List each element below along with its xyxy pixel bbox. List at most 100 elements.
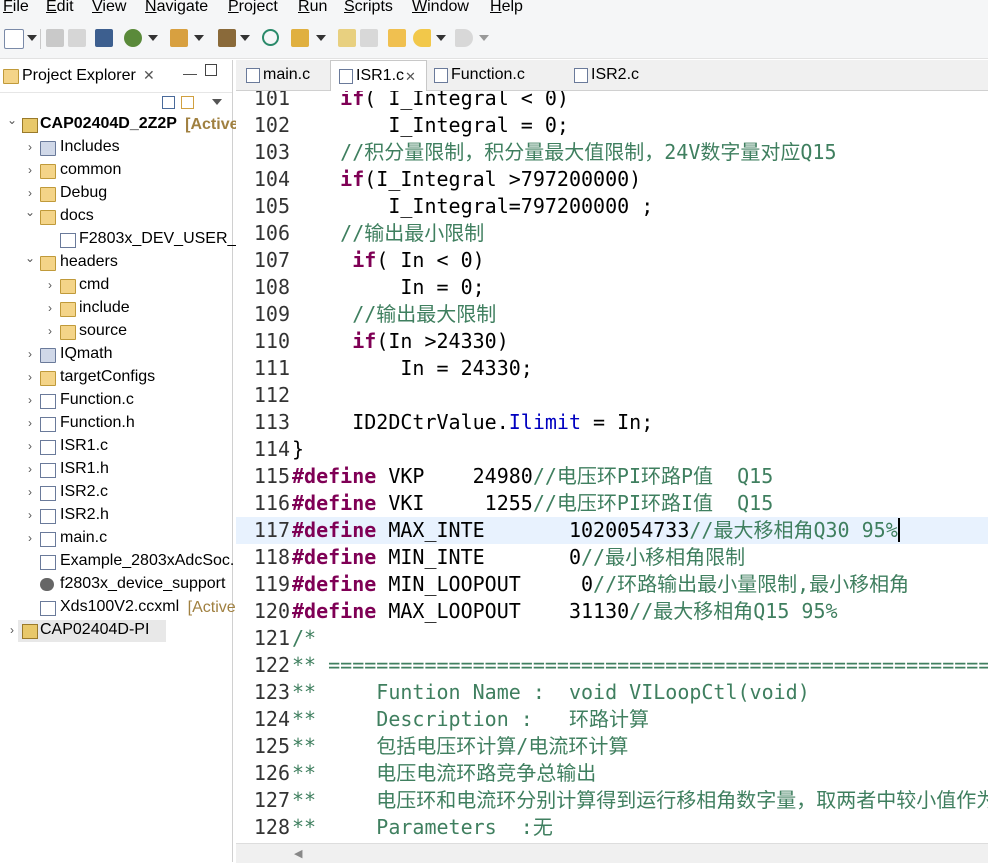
tree-item-headers[interactable]: ⌄ headers — [0, 251, 232, 274]
forward-dropdown-icon[interactable] — [479, 35, 489, 41]
minimize-icon[interactable]: — — [183, 65, 197, 81]
view-menu-icon[interactable] — [212, 99, 222, 105]
last-edit-icon[interactable] — [388, 29, 406, 47]
collapsed-arrow-icon[interactable]: › — [24, 439, 36, 453]
collapsed-arrow-icon[interactable]: › — [44, 301, 56, 315]
new-icon[interactable] — [4, 29, 24, 49]
maximize-icon[interactable] — [205, 64, 217, 76]
build-hammer-icon[interactable] — [218, 29, 236, 47]
menu-view[interactable]: View — [92, 0, 126, 16]
tree-item-function-c[interactable]: › Function.c — [0, 390, 232, 412]
collapsed-arrow-icon[interactable]: › — [44, 278, 56, 292]
collapse-all-icon[interactable] — [162, 96, 175, 109]
tree-item-xds100v2-ccxml[interactable]: Xds100V2.ccxml [Active — [0, 597, 236, 619]
debug-icon[interactable] — [124, 29, 142, 47]
collapsed-arrow-icon[interactable]: › — [24, 485, 36, 499]
tree-item-isr1-c[interactable]: › ISR1.c — [0, 436, 232, 458]
code-line[interactable]: 116 #define VKI 1255//电压环PI环路I值 Q15 — [236, 490, 988, 517]
expanded-arrow-icon[interactable]: ⌄ — [6, 113, 18, 127]
code-line[interactable]: 111 In = 24330; — [236, 355, 988, 382]
collapsed-arrow-icon[interactable]: › — [24, 462, 36, 476]
code-line[interactable]: 107 if( In < 0) — [236, 247, 988, 274]
load-dropdown-icon[interactable] — [194, 35, 204, 41]
code-line[interactable]: 106 //输出最小限制 — [236, 220, 988, 247]
tree-item-debug[interactable]: › Debug — [0, 183, 232, 205]
tree-item-common[interactable]: › common — [0, 160, 232, 182]
code-line[interactable]: 119 #define MIN_LOOPOUT 0//环路输出最小量限制,最小移相… — [236, 571, 988, 598]
menu-project[interactable]: Project — [228, 0, 278, 16]
tab-function-c[interactable]: Function.c — [426, 60, 564, 90]
code-line[interactable]: 125 ** 包括电压环计算/电流环计算 — [236, 733, 988, 760]
code-line[interactable]: 120 #define MAX_LOOPOUT 31130//最大移相角Q15 9… — [236, 598, 988, 625]
menu-window[interactable]: Window — [412, 0, 469, 16]
tree-item-targetconfigs[interactable]: › targetConfigs — [0, 367, 232, 389]
menu-file[interactable]: File — [3, 0, 29, 16]
code-line[interactable]: 104 if(I_Integral >797200000) — [236, 166, 988, 193]
close-icon[interactable]: ✕ — [143, 67, 155, 84]
horizontal-scrollbar[interactable]: ◀ — [236, 843, 988, 863]
code-line[interactable]: 128 ** Parameters :无 — [236, 814, 988, 841]
code-line[interactable]: 118 #define MIN_INTE 0//最小移相角限制 — [236, 544, 988, 571]
menu-help[interactable]: Help — [490, 0, 523, 16]
collapsed-arrow-icon[interactable]: › — [24, 163, 36, 177]
flash-dropdown-icon[interactable] — [316, 35, 326, 41]
tree-item-f2803x-dev-user-g[interactable]: F2803x_DEV_USER_G — [0, 229, 249, 251]
link-editor-icon[interactable] — [181, 96, 194, 109]
code-line[interactable]: 108 In = 0; — [236, 274, 988, 301]
code-line[interactable]: 102 I_Integral = 0; — [236, 112, 988, 139]
tree-item-example-2803xadcsoc[interactable]: Example_2803xAdcSoc. — [0, 551, 234, 573]
tree-item-isr1-h[interactable]: › ISR1.h — [0, 459, 232, 481]
code-line[interactable]: 101 if( I_Integral < 0) — [236, 91, 988, 112]
code-line[interactable]: 115 #define VKP 24980//电压环PI环路P值 Q15 — [236, 463, 988, 490]
tree-item-cap02404d-pi[interactable]: › CAP02404D-PI — [10, 620, 166, 642]
expanded-arrow-icon[interactable]: ⌄ — [24, 205, 36, 219]
collapsed-arrow-icon[interactable]: › — [24, 370, 36, 384]
tab-isr2-c[interactable]: ISR2.c — [566, 60, 666, 90]
save-icon[interactable] — [46, 29, 64, 47]
code-line[interactable]: 126 ** 电压电流环路竞争总输出 — [236, 760, 988, 787]
tree-item-includes[interactable]: › Includes — [0, 137, 232, 159]
code-line[interactable]: 105 I_Integral=797200000 ; — [236, 193, 988, 220]
tree-item-docs[interactable]: ⌄ docs — [0, 205, 232, 228]
collapsed-arrow-icon[interactable]: › — [24, 393, 36, 407]
menu-run[interactable]: Run — [298, 0, 327, 16]
tree-item-cmd[interactable]: › cmd — [0, 275, 232, 297]
code-line[interactable]: 117 #define MAX_INTE 1020054733//最大移相角Q30… — [236, 517, 988, 544]
collapsed-arrow-icon[interactable]: › — [24, 186, 36, 200]
collapsed-arrow-icon[interactable]: › — [24, 347, 36, 361]
load-icon[interactable] — [170, 29, 188, 47]
code-editor[interactable]: 101 if( I_Integral < 0) 102 I_Integral = … — [236, 91, 988, 843]
menu-edit[interactable]: Edit — [46, 0, 74, 16]
collapsed-arrow-icon[interactable]: › — [6, 623, 18, 637]
menu-navigate[interactable]: Navigate — [145, 0, 208, 16]
tree-item-f2803x-device-support[interactable]: f2803x_device_support — [0, 574, 232, 596]
collapsed-arrow-icon[interactable]: › — [24, 140, 36, 154]
save-all-icon[interactable] — [68, 29, 86, 47]
code-line[interactable]: 127 ** 电压环和电流环分别计算得到运行移相角数字量，取两者中较小值作为主 — [236, 787, 988, 814]
expanded-arrow-icon[interactable]: ⌄ — [24, 251, 36, 265]
flash-icon[interactable] — [291, 29, 309, 47]
code-line[interactable]: 110 if(In >24330) — [236, 328, 988, 355]
tab-main-c[interactable]: main.c — [238, 60, 328, 90]
tree-item-isr2-c[interactable]: › ISR2.c — [0, 482, 232, 504]
terminal-icon[interactable] — [95, 29, 113, 47]
tab-isr1-c[interactable]: ISR1.c ✕ — [330, 60, 427, 91]
tree-item-function-h[interactable]: › Function.h — [0, 413, 232, 435]
tree-item-include[interactable]: › include — [0, 298, 232, 320]
tree-item-iqmath[interactable]: › IQmath — [0, 344, 232, 366]
forward-arrow-icon[interactable] — [455, 29, 473, 47]
code-line[interactable]: 121/* — [236, 625, 988, 652]
code-line[interactable]: 103 //积分量限制，积分量最大值限制，24V数字量对应Q15 — [236, 139, 988, 166]
tree-item-main-c[interactable]: › main.c — [0, 528, 232, 550]
close-tab-icon[interactable]: ✕ — [405, 69, 416, 85]
new-dropdown-icon[interactable] — [27, 35, 37, 41]
tree-item-cap02404d-2z2p[interactable]: ⌄ CAP02404D_2Z2P [Active — [0, 113, 239, 136]
back-dropdown-icon[interactable] — [436, 35, 446, 41]
collapsed-arrow-icon[interactable]: › — [24, 531, 36, 545]
tree-item-source[interactable]: › source — [0, 321, 232, 343]
tree-item-isr2-h[interactable]: › ISR2.h — [0, 505, 232, 527]
task-list-icon[interactable] — [360, 29, 378, 47]
collapsed-arrow-icon[interactable]: › — [44, 324, 56, 338]
collapsed-arrow-icon[interactable]: › — [24, 508, 36, 522]
back-arrow-icon[interactable] — [413, 29, 431, 47]
